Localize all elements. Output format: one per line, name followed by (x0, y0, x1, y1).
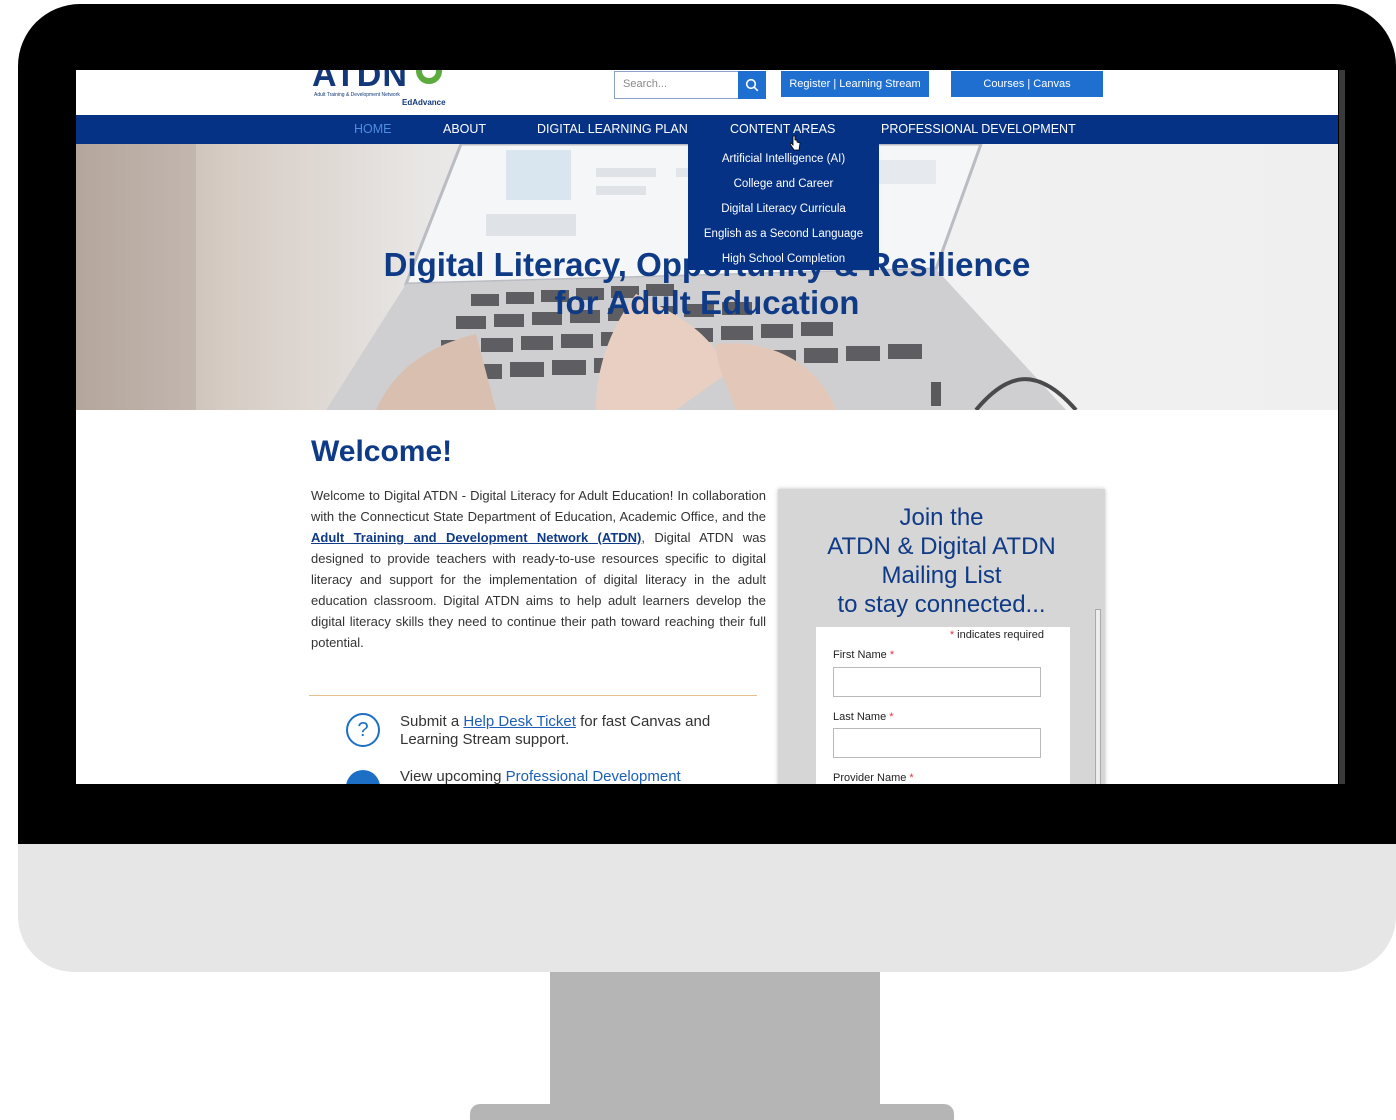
mailing-list-signup: Join the ATDN & Digital ATDN Mailing Lis… (778, 489, 1105, 784)
gear-icon (416, 70, 442, 84)
signup-title-line-2: ATDN & Digital ATDN (827, 533, 1056, 560)
site-header: ATDN Adult Training & Development Networ… (76, 70, 1338, 115)
required-note-text: indicates required (957, 629, 1044, 641)
signup-title: Join the ATDN & Digital ATDN Mailing Lis… (778, 503, 1105, 619)
welcome-heading: Welcome! (311, 435, 453, 468)
signup-title-line-1: Join the (899, 504, 984, 531)
search-icon (745, 78, 759, 92)
nav-digital-learning-plan[interactable]: DIGITAL LEARNING PLAN (537, 115, 688, 144)
nav-about[interactable]: ABOUT (443, 115, 486, 144)
nav-home[interactable]: HOME (354, 115, 392, 144)
first-name-field[interactable] (833, 667, 1041, 697)
last-name-label-text: Last Name (833, 711, 887, 723)
register-learning-stream-button[interactable]: Register | Learning Stream (781, 71, 929, 97)
provider-name-label: Provider Name * (833, 772, 914, 784)
signup-form: * indicates required First Name * Last N… (816, 627, 1070, 784)
required-marker: * (889, 711, 894, 723)
logo-subtitle: Adult Training & Development Network (314, 92, 400, 98)
welcome-text-part-1: Welcome to Digital ATDN - Digital Litera… (311, 488, 766, 524)
last-name-label: Last Name * (833, 711, 894, 723)
browser-screen: ATDN Adult Training & Development Networ… (76, 70, 1338, 784)
courses-canvas-button[interactable]: Courses | Canvas (951, 71, 1103, 97)
section-divider (309, 695, 757, 696)
monitor-chin (18, 844, 1396, 972)
nav-content-areas[interactable]: CONTENT AREAS (730, 115, 835, 144)
provider-name-label-text: Provider Name (833, 772, 907, 784)
atdn-link[interactable]: Adult Training and Development Network (… (311, 530, 641, 545)
help-desk-text: Submit a Help Desk Ticket for fast Canva… (400, 713, 740, 749)
signup-scrollbar[interactable] (1095, 609, 1101, 784)
search-box (614, 71, 741, 99)
page-scrollbar[interactable] (1339, 70, 1345, 784)
atdn-logo[interactable]: ATDN Adult Training & Development Networ… (312, 70, 472, 108)
logo-partner: EdAdvance (402, 98, 446, 107)
signup-title-line-3: Mailing List (881, 562, 1002, 589)
first-name-label: First Name * (833, 649, 894, 661)
required-note: * indicates required (950, 629, 1044, 641)
professional-development-row: View upcoming Professional Development (346, 768, 766, 784)
monitor-stand-base (470, 1104, 954, 1120)
last-name-field[interactable] (833, 728, 1041, 758)
dropdown-item-digital-literacy-curricula[interactable]: Digital Literacy Curricula (688, 202, 879, 216)
pd-text-before: View upcoming (400, 768, 506, 784)
help-desk-row: ? Submit a Help Desk Ticket for fast Can… (346, 713, 766, 753)
mouse-pointer-icon (790, 135, 801, 151)
welcome-text-part-2: , Digital ATDN was designed to provide t… (311, 530, 766, 650)
nav-professional-development[interactable]: PROFESSIONAL DEVELOPMENT (881, 115, 1076, 144)
search-button[interactable] (738, 71, 766, 99)
pd-text: View upcoming Professional Development (400, 768, 681, 784)
main-nav: HOME ABOUT DIGITAL LEARNING PLAN CONTENT… (76, 115, 1338, 144)
welcome-text: Welcome to Digital ATDN - Digital Litera… (311, 485, 766, 653)
hero-title-line-2: for Adult Education (554, 284, 860, 321)
help-text-before: Submit a (400, 713, 464, 730)
required-marker: * (909, 772, 914, 784)
professional-development-link[interactable]: Professional Development (506, 768, 681, 784)
dropdown-item-high-school-completion[interactable]: High School Completion (688, 252, 879, 266)
content-areas-dropdown: Artificial Intelligence (AI) College and… (688, 144, 879, 270)
first-name-label-text: First Name (833, 649, 887, 661)
dropdown-item-ai[interactable]: Artificial Intelligence (AI) (688, 152, 879, 166)
dropdown-item-college-career[interactable]: College and Career (688, 177, 879, 191)
help-desk-ticket-link[interactable]: Help Desk Ticket (463, 713, 576, 730)
dropdown-item-esl[interactable]: English as a Second Language (688, 227, 879, 241)
search-input[interactable] (615, 72, 741, 96)
calendar-icon (346, 770, 380, 784)
required-marker: * (889, 649, 895, 661)
signup-title-line-4: to stay connected... (837, 591, 1046, 618)
monitor-stand (550, 972, 880, 1112)
question-icon: ? (346, 713, 380, 747)
required-marker: * (949, 629, 955, 641)
